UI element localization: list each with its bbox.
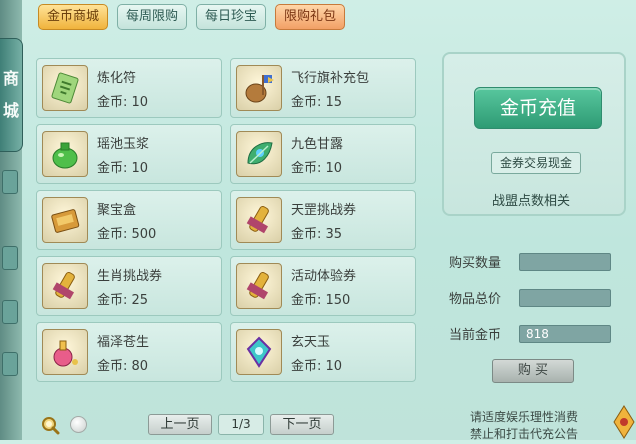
item-grid: 炼化符 金币: 10 飞行旗补充包 金币: 15 瑶池玉浆 金币: 10 九色甘… xyxy=(36,58,416,382)
item-price: 金币: 10 xyxy=(291,161,343,176)
side-ornament xyxy=(2,352,18,376)
item-card[interactable]: 瑶池玉浆 金币: 10 xyxy=(36,124,222,184)
treasure-box-icon xyxy=(42,197,88,243)
current-gold-field: 818 xyxy=(519,325,611,343)
alliance-points-link[interactable]: 战盟点数相关 xyxy=(492,190,570,209)
item-name: 福泽苍生 xyxy=(97,335,150,350)
gold-recharge-button[interactable]: 金币充值 xyxy=(474,87,602,129)
magnifier-icon[interactable] xyxy=(40,415,60,435)
potion-icon xyxy=(42,329,88,375)
current-gold-label: 当前金币 xyxy=(449,328,502,343)
item-name: 玄天玉 xyxy=(291,335,331,350)
item-price: 金币: 10 xyxy=(97,95,149,110)
side-ornament xyxy=(2,170,18,194)
quantity-field[interactable] xyxy=(519,253,611,271)
item-card[interactable]: 聚宝盒 金币: 500 xyxy=(36,190,222,250)
tab-weekly-limited[interactable]: 每周限购 xyxy=(117,4,188,30)
item-card[interactable]: 活动体验券 金币: 150 xyxy=(230,256,416,316)
side-ornament xyxy=(2,246,18,270)
item-price: 金币: 500 xyxy=(97,227,157,242)
item-name: 活动体验券 xyxy=(291,269,357,284)
side-ornament xyxy=(2,300,18,324)
total-price-label: 物品总价 xyxy=(449,292,502,307)
quantity-label: 购买数量 xyxy=(449,256,502,271)
corner-ornament-icon xyxy=(612,402,636,440)
next-page-button[interactable]: 下一页 xyxy=(270,414,334,435)
item-price: 金币: 150 xyxy=(291,293,351,308)
jade-jar-icon xyxy=(42,131,88,177)
shop-tabs: 金币商城 每周限购 每日珍宝 限购礼包 xyxy=(38,4,346,30)
item-name: 九色甘露 xyxy=(291,137,344,152)
item-price: 金币: 10 xyxy=(97,161,149,176)
talisman-icon xyxy=(42,65,88,111)
item-price: 金币: 25 xyxy=(97,293,149,308)
crystal-gem-icon xyxy=(236,329,282,375)
item-name: 瑶池玉浆 xyxy=(97,137,150,152)
item-price: 金币: 80 xyxy=(97,359,149,374)
prev-page-button[interactable]: 上一页 xyxy=(148,414,212,435)
item-name: 飞行旗补充包 xyxy=(291,71,370,86)
item-card[interactable]: 玄天玉 金币: 10 xyxy=(230,322,416,382)
notice-line-1: 请适度娱乐理性消费 xyxy=(470,410,579,424)
side-tab-char-1: 商 xyxy=(2,69,19,88)
page-indicator: 1/3 xyxy=(218,414,264,435)
item-price: 金币: 10 xyxy=(291,359,343,374)
side-tab-mall[interactable]: 商 城 xyxy=(0,38,23,152)
item-price: 金币: 35 xyxy=(291,227,343,242)
coupon-exchange-button[interactable]: 金券交易现金 xyxy=(491,152,581,174)
item-price: 金币: 15 xyxy=(291,95,343,110)
scroll-icon xyxy=(42,263,88,309)
scroll-icon xyxy=(236,263,282,309)
tab-daily-treasure[interactable]: 每日珍宝 xyxy=(196,4,267,30)
notice-line-2: 禁止和打击代充公告 xyxy=(470,427,579,441)
total-price-field xyxy=(519,289,611,307)
item-card[interactable]: 飞行旗补充包 金币: 15 xyxy=(230,58,416,118)
item-card[interactable]: 福泽苍生 金币: 80 xyxy=(36,322,222,382)
buy-button[interactable]: 购 买 xyxy=(492,359,574,383)
round-button[interactable] xyxy=(70,416,87,433)
notice-text: 请适度娱乐理性消费 禁止和打击代充公告 xyxy=(470,409,578,443)
item-card[interactable]: 炼化符 金币: 10 xyxy=(36,58,222,118)
item-card[interactable]: 生肖挑战券 金币: 25 xyxy=(36,256,222,316)
item-card[interactable]: 天罡挑战券 金币: 35 xyxy=(230,190,416,250)
item-name: 天罡挑战券 xyxy=(291,203,357,218)
item-name: 炼化符 xyxy=(97,71,137,86)
item-card[interactable]: 九色甘露 金币: 10 xyxy=(230,124,416,184)
scroll-icon xyxy=(236,197,282,243)
side-tab-char-2: 城 xyxy=(2,101,19,120)
item-name: 生肖挑战券 xyxy=(97,269,163,284)
tab-gold-shop[interactable]: 金币商城 xyxy=(38,4,109,30)
dew-leaf-icon xyxy=(236,131,282,177)
tab-limited-pack[interactable]: 限购礼包 xyxy=(275,4,346,30)
recharge-panel: 金币充值 金券交易现金 战盟点数相关 xyxy=(442,52,626,216)
item-name: 聚宝盒 xyxy=(97,203,137,218)
flag-pouch-icon xyxy=(236,65,282,111)
